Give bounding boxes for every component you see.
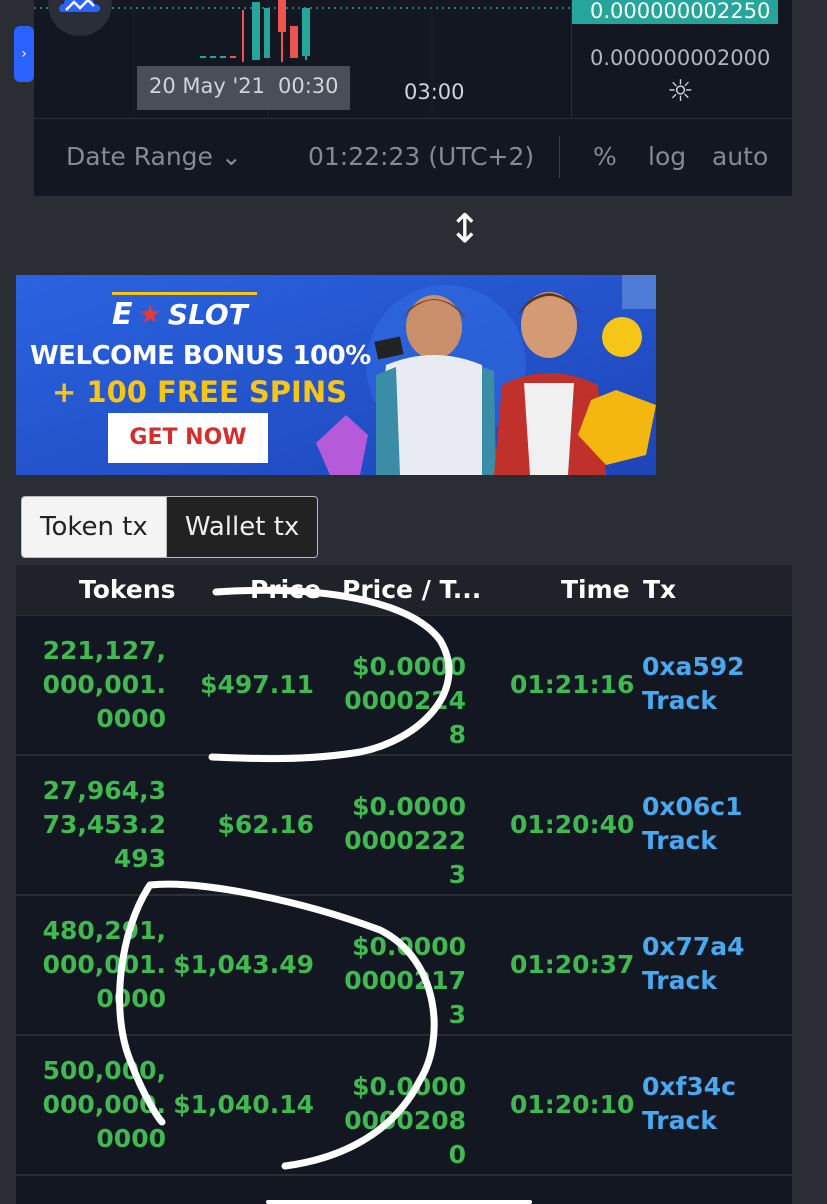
row-tx-hash[interactable]: 0xf34c	[642, 1070, 736, 1104]
header-price[interactable]: Price	[250, 575, 321, 604]
row-tokens: 480,291,000,001.0000	[42, 916, 166, 1013]
row-price-per-token: $0.000000002080	[344, 1072, 466, 1169]
table-header: Tokens Price Price / T... Time Tx	[16, 565, 792, 615]
ad-brand: E ★ SLOT	[112, 297, 248, 332]
row-tx-hash[interactable]: 0x06c1	[642, 790, 743, 824]
row-price-per-token: $0.000000002223	[344, 792, 466, 889]
star-icon: ★	[138, 299, 162, 330]
price-axis-label: 0.000000002000	[590, 46, 771, 70]
time-tick: 03:00	[404, 80, 465, 104]
log-toggle[interactable]: log	[648, 142, 686, 171]
settings-sun-icon[interactable]: ☼	[667, 74, 694, 109]
auto-toggle[interactable]: auto	[712, 142, 768, 171]
tab-wallet-tx[interactable]: Wallet tx	[165, 497, 318, 557]
ad-cta-button[interactable]: GET NOW	[108, 413, 268, 463]
row-price-per-token: $0.000000002248	[344, 652, 466, 749]
time-axis-divider	[34, 118, 792, 119]
row-time: 01:21:16	[510, 670, 635, 699]
header-price-per-token[interactable]: Price / T...	[342, 575, 481, 604]
tx-tabs: Token tx Wallet tx	[21, 496, 319, 558]
ad-brand-name: SLOT	[167, 298, 248, 331]
chevron-down-icon: ⌄	[220, 142, 242, 171]
row-tx-hash[interactable]: 0x77a4	[642, 930, 745, 964]
table-row[interactable]: 221,127,000,001.0000 $497.11 $0.00000000…	[16, 616, 792, 756]
last-price-badge: 0.000000002250	[572, 0, 778, 24]
home-indicator	[266, 1200, 532, 1204]
resize-vertical-icon[interactable]: ↕	[448, 206, 482, 252]
cloud-chart-icon	[59, 0, 101, 12]
header-time[interactable]: Time	[561, 575, 630, 604]
left-gutter	[0, 0, 16, 1204]
crosshair-time-label: 20 May '21 00:30	[137, 66, 350, 110]
table-row[interactable]: 27,964,373,453.2493 $62.16 $0.0000000022…	[16, 756, 792, 896]
header-tx[interactable]: Tx	[643, 575, 676, 604]
date-range-label: Date Range	[66, 142, 213, 171]
date-range-dropdown[interactable]: Date Range ⌄	[66, 142, 242, 171]
crosshair-date: 20 May '21	[149, 74, 265, 98]
row-track-link[interactable]: Track	[642, 684, 717, 718]
panel-resize-area: ↕	[16, 196, 792, 276]
chart-toolbar: Date Range ⌄ 01:22:23 (UTC+2) % log auto	[34, 122, 792, 194]
row-tokens: 221,127,000,001.0000	[42, 636, 166, 733]
table-row[interactable]: 500,000,000,000.0000 $1,040.14 $0.000000…	[16, 1036, 792, 1176]
row-track-link[interactable]: Track	[642, 824, 717, 858]
row-price: $1,043.49	[173, 950, 314, 979]
row-tx-hash[interactable]: 0xa592	[642, 650, 745, 684]
row-tokens: 27,964,373,453.2493	[42, 776, 166, 873]
ad-brand-e: E	[112, 297, 133, 332]
row-tokens: 500,000,000,000.0000	[42, 1056, 166, 1153]
percent-toggle[interactable]: %	[593, 142, 617, 171]
sidebar-expand-button[interactable]: ›	[14, 26, 34, 82]
row-time: 01:20:40	[510, 810, 635, 839]
tab-token-tx[interactable]: Token tx	[22, 497, 166, 557]
price-chart[interactable]: 20 May '21 00:30 03:00 ☼ 0.000000002250 …	[34, 0, 792, 196]
right-gutter	[792, 0, 827, 1204]
row-track-link[interactable]: Track	[642, 1104, 717, 1138]
row-track-link[interactable]: Track	[642, 964, 717, 998]
toolbar-divider	[559, 136, 560, 178]
header-tokens[interactable]: Tokens	[79, 575, 176, 604]
row-price: $497.11	[200, 670, 314, 699]
row-price: $1,040.14	[173, 1090, 314, 1119]
row-price: $62.16	[217, 810, 314, 839]
ad-line2: + 100 FREE SPINS	[52, 375, 347, 409]
ad-brand-underline	[112, 292, 257, 295]
chevron-right-icon: ›	[21, 46, 27, 62]
ad-line1: WELCOME BONUS 100%	[30, 341, 371, 371]
table-row[interactable]: 480,291,000,001.0000 $1,043.49 $0.000000…	[16, 896, 792, 1036]
row-time: 01:20:10	[510, 1090, 635, 1119]
row-time: 01:20:37	[510, 950, 635, 979]
chart-clock: 01:22:23 (UTC+2)	[308, 142, 535, 171]
row-price-per-token: $0.000000002173	[344, 932, 466, 1029]
advertisement-banner[interactable]: E ★ SLOT WELCOME BONUS 100% + 100 FREE S…	[16, 275, 656, 475]
crosshair-clock: 00:30	[278, 74, 339, 98]
